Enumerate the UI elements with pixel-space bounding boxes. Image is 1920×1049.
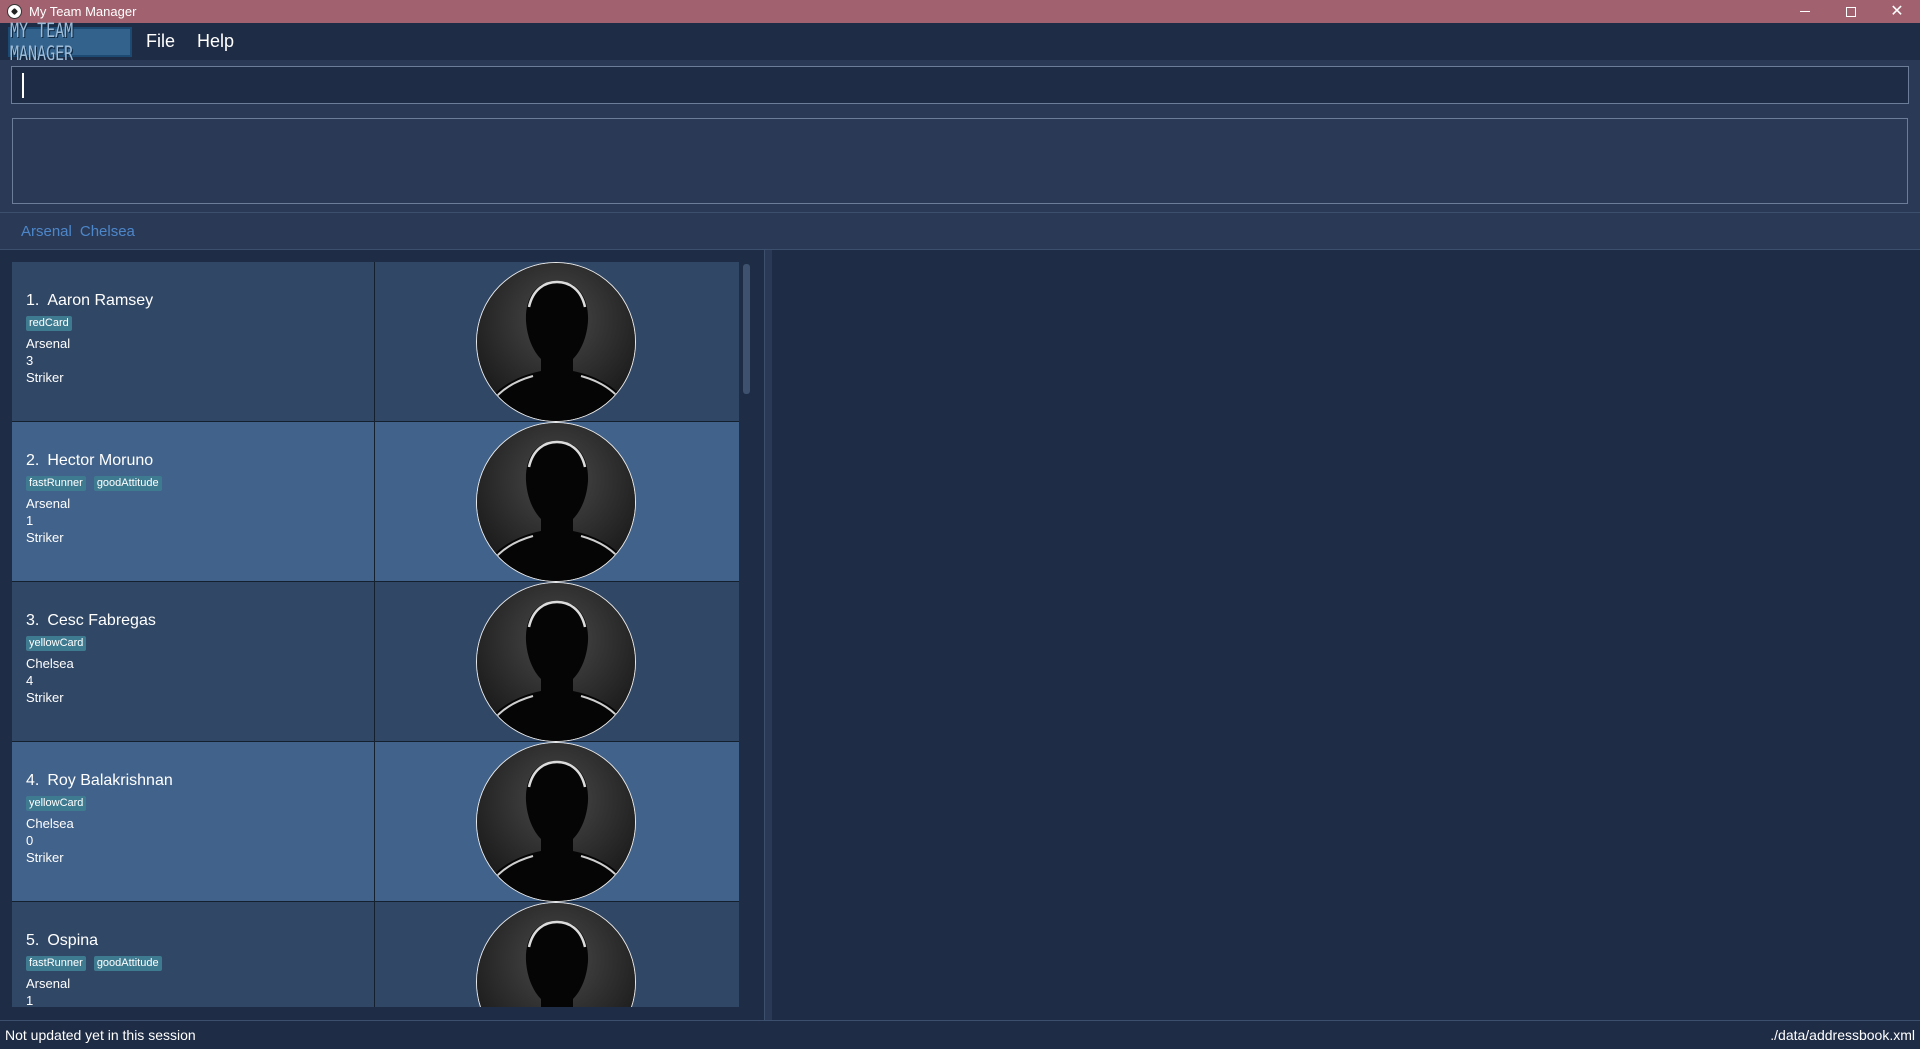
player-card[interactable]: 5.OspinafastRunnergoodAttitudeArsenal1St… xyxy=(12,902,739,1007)
player-tags: yellowCard xyxy=(26,796,374,811)
player-info: 1. Aaron Ramsey redCard Arsenal 3 Striker xyxy=(12,262,375,421)
player-team: Chelsea xyxy=(26,656,74,671)
title-bar: My Team Manager ✕ xyxy=(0,0,1920,23)
player-info: 2. Hector Moruno fastRunner goodAttitude Ars… xyxy=(12,422,375,581)
player-tag: fastRunner xyxy=(26,476,86,491)
player-card[interactable]: 4. Roy Balakrishnan yellowCard Chelsea 0 Stri… xyxy=(12,742,739,902)
team-list-bar: Arsenal Chelsea xyxy=(0,212,1920,250)
player-jersey-number: 3 xyxy=(26,353,34,368)
result-display-panel xyxy=(0,111,1920,212)
player-avatar xyxy=(476,262,636,422)
player-name-line: 2. Hector Moruno xyxy=(26,452,374,470)
player-card[interactable]: 3. Cesc Fabregas yellowCard Chelsea 4 Striker xyxy=(12,582,739,742)
text-caret xyxy=(22,73,24,98)
player-name: Aaron Ramsey xyxy=(47,292,154,309)
split-pane-divider[interactable] xyxy=(764,250,772,1020)
close-icon: ✕ xyxy=(1890,2,1904,20)
player-card[interactable]: 1. Aaron Ramsey redCard Arsenal 3 Striker xyxy=(12,262,739,422)
menu-bar: MY TEAM MANAGER File Help xyxy=(0,18,1920,65)
player-name: Cesc Fabregas xyxy=(47,612,156,629)
player-photo-cell xyxy=(375,742,739,902)
logo-text: MY TEAM MANAGER xyxy=(10,18,74,65)
player-info: 3. Cesc Fabregas yellowCard Chelsea 4 Striker xyxy=(12,582,375,741)
player-tag: goodAttitude xyxy=(93,956,162,971)
window-title: My Team Manager xyxy=(29,4,137,19)
player-index: 3. xyxy=(26,612,40,629)
command-box-panel xyxy=(0,60,1920,111)
player-avatar xyxy=(476,742,636,902)
app-logo: MY TEAM MANAGER xyxy=(8,18,132,65)
player-info: 5.OspinafastRunnergoodAttitudeArsenal1St… xyxy=(12,902,375,1007)
command-input[interactable] xyxy=(11,66,1909,104)
player-name-line: 5. Ospina xyxy=(26,932,374,950)
player-name: Ospina xyxy=(47,932,99,949)
maximize-button[interactable] xyxy=(1828,0,1874,23)
scrollbar[interactable] xyxy=(741,264,751,1009)
player-jersey-number: 1 xyxy=(26,513,34,528)
menu-help[interactable]: Help xyxy=(195,27,236,56)
player-info: 4. Roy Balakrishnan yellowCard Chelsea 0 Stri… xyxy=(12,742,375,901)
player-position: Striker xyxy=(26,530,64,545)
player-photo-cell xyxy=(375,422,739,582)
player-index: 4. xyxy=(26,772,40,789)
player-photo-cell xyxy=(375,902,739,1007)
team-link-arsenal[interactable]: Arsenal xyxy=(21,223,72,240)
player-name-line: 1. Aaron Ramsey xyxy=(26,292,374,310)
player-name: Hector Moruno xyxy=(47,452,154,469)
player-index: 2. xyxy=(26,452,40,469)
player-tag: goodAttitude xyxy=(93,476,162,491)
scrollbar-thumb[interactable] xyxy=(743,264,750,394)
player-team: Chelsea xyxy=(26,816,74,831)
player-tags: fastRunner goodAttitude xyxy=(26,956,374,971)
player-avatar xyxy=(476,582,636,742)
player-tags: redCard xyxy=(26,316,374,331)
player-position: Striker xyxy=(26,690,64,705)
player-tag: redCard xyxy=(26,316,72,331)
save-location: ./data/addressbook.xml xyxy=(1770,1027,1915,1043)
close-button[interactable]: ✕ xyxy=(1874,0,1920,23)
player-jersey-number: 1 xyxy=(26,993,34,1007)
menu-file[interactable]: File xyxy=(144,27,177,56)
player-name: Roy Balakrishnan xyxy=(47,772,173,789)
player-list-panel: 1. Aaron Ramsey redCard Arsenal 3 Striker 2. He… xyxy=(0,250,773,1020)
player-avatar xyxy=(476,902,636,1007)
player-index: 5. xyxy=(26,932,40,949)
player-team: Arsenal xyxy=(26,976,71,991)
player-position: Striker xyxy=(26,370,64,385)
status-bar: Not updated yet in this session ./data/a… xyxy=(0,1020,1920,1049)
player-list[interactable]: 1. Aaron Ramsey redCard Arsenal 3 Striker 2. He… xyxy=(12,262,739,1007)
player-jersey-number: 0 xyxy=(26,833,34,848)
player-tag: yellowCard xyxy=(26,796,87,811)
player-jersey-number: 4 xyxy=(26,673,34,688)
player-tag: yellowCard xyxy=(26,636,87,651)
player-position: Striker xyxy=(26,850,64,865)
detail-panel xyxy=(773,250,1920,1020)
player-photo-cell xyxy=(375,582,739,742)
player-photo-cell xyxy=(375,262,739,422)
player-team: Arsenal xyxy=(26,336,71,351)
team-link-chelsea[interactable]: Chelsea xyxy=(80,223,135,240)
player-name-line: 4. Roy Balakrishnan xyxy=(26,772,374,790)
result-display xyxy=(12,118,1908,204)
player-tag: fastRunner xyxy=(26,956,86,971)
player-avatar xyxy=(476,422,636,582)
sync-status: Not updated yet in this session xyxy=(5,1027,196,1043)
player-tags: fastRunner goodAttitude xyxy=(26,476,374,491)
maximize-icon xyxy=(1846,6,1856,17)
soccer-ball-icon xyxy=(7,4,22,19)
player-team: Arsenal xyxy=(26,496,71,511)
minimize-icon xyxy=(1800,11,1810,12)
player-tags: yellowCard xyxy=(26,636,374,651)
minimize-button[interactable] xyxy=(1782,0,1828,23)
player-index: 1. xyxy=(26,292,40,309)
player-card[interactable]: 2. Hector Moruno fastRunner goodAttitude Ars… xyxy=(12,422,739,582)
player-name-line: 3. Cesc Fabregas xyxy=(26,612,374,630)
window-controls: ✕ xyxy=(1782,0,1920,23)
